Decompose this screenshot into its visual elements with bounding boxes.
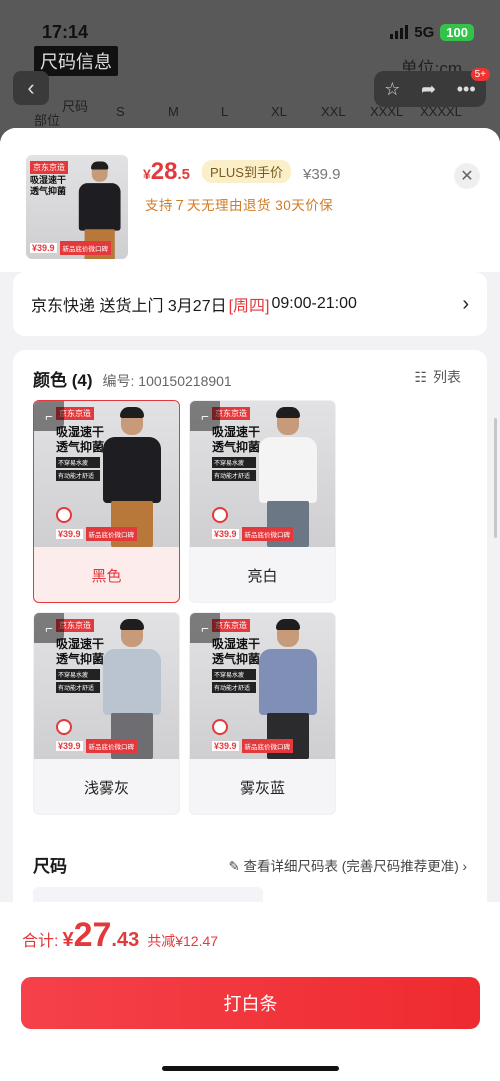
color-option-image: 京东京造 吸湿速干 透气抑菌 不穿易水疲 有动能才舒适 ¥39.9 新品底价微口碑 ⌐ [190,401,335,547]
list-icon: ☷ [414,368,427,385]
delivery-prefix: 京东快递 送货上门 3月27日 [31,298,227,315]
product-thumbnail[interactable]: 京东京造 吸湿速干 透气抑菌 ¥39.9 新品底价微口碑 [26,155,128,259]
size-col: S [116,104,125,119]
bottom-bar: 合计: ¥ 27 .43 共减¥12.47 打白条 [0,902,500,1081]
color-option-card[interactable]: 京东京造 吸湿速干 透气抑菌 不穿易水疲 有动能才舒适 ¥39.9 新品底价微口碑 ⌐ 浅雾灰 [33,612,180,815]
close-icon: ✕ [460,168,474,185]
size-label: 尺码 [62,99,89,114]
status-time: 17:14 [42,21,89,42]
chevron-right-icon: › [462,292,469,315]
product-code: 编号: 100150218901 [102,373,232,389]
product-header: 京东京造 吸湿速干 透气抑菌 ¥39.9 新品底价微口碑 ¥28.5 PLUS到手… [0,128,500,272]
total-yen: ¥ [62,929,74,951]
color-option-card[interactable]: 京东京造 吸湿速干 透气抑菌 不穿易水疲 有动能才舒适 ¥39.9 新品底价微口碑 ⌐ 亮白 [189,400,336,603]
color-option-label: 浅雾灰 [83,779,129,797]
color-option-image: 京东京造 吸湿速干 透气抑菌 不穿易水疲 有动能才舒适 ¥39.9 新品底价微口碑 ⌐ [34,613,179,759]
total-saving: 共减¥12.47 [147,933,219,949]
image-slogan: 吸湿速干 透气抑菌 [212,637,261,666]
message-badge: 5+ [470,68,490,81]
color-option-image: 京东京造 吸湿速干 透气抑菌 不穿易水疲 有动能才舒适 ¥39.9 新品底价微口碑 ⌐ [190,613,335,759]
image-slogan: 吸湿速干 透气抑菌 [56,425,105,454]
total-dec: .43 [111,929,140,951]
color-option-label: 黑色 [91,567,122,585]
price-line: ¥28.5 PLUS到手价 ¥39.9 [143,158,341,186]
size-col: L [221,104,229,119]
return-policy: 支持７天无理由退货 30天价保 [145,198,334,213]
size-col: XL [271,104,287,119]
color-option-card[interactable]: 京东京造 吸湿速干 透气抑菌 不穿易水疲 有动能才舒适 ¥39.9 新品底价微口碑 ⌐ 雾灰蓝 [189,612,336,815]
list-view-toggle[interactable]: ☷ 列表 [414,367,461,387]
total-price: 合计: ¥ 27 .43 共减¥12.47 [22,916,218,955]
color-option-label: 雾灰蓝 [239,779,285,797]
status-bar: 17:14 5G 100 [42,20,474,44]
pay-button[interactable]: 打白条 [21,977,480,1029]
product-image: 京东京造 吸湿速干 透气抑菌 ¥39.9 新品底价微口碑 [26,155,128,259]
list-label: 列表 [433,369,461,385]
network-label: 5G [414,23,435,41]
battery-icon: 100 [440,23,474,41]
home-indicator [162,1066,339,1071]
expand-icon[interactable]: ⌐ [34,613,64,643]
size-section-title: 尺码 [33,857,67,876]
size-col: XXL [321,104,346,119]
ruler-icon: ✎ [228,858,244,874]
promo-tag: 新品底价微口碑 [59,241,112,255]
original-price: ¥39.9 [302,166,341,183]
part-label: 部位 [34,113,61,128]
image-slogan: 吸湿速干 透气抑菌 [56,637,105,666]
brand-tag: 京东京造 [30,161,68,174]
total-int: 27 [73,916,112,954]
image-slogan: 吸湿速干 透气抑菌 [30,175,67,196]
close-button[interactable]: ✕ [454,163,480,189]
color-option-card[interactable]: 京东京造 吸湿速干 透气抑菌 不穿易水疲 有动能才舒适 ¥39.9 新品底价微口碑 ⌐ 黑色 [33,400,180,603]
image-slogan: 吸湿速干 透气抑菌 [212,425,261,454]
scrollbar[interactable] [494,418,497,538]
size-section-header: 尺码 ✎ 查看详细尺码表 (完善尺码推荐更准) › [33,852,467,877]
expand-icon[interactable]: ⌐ [190,401,220,431]
color-option-image: 京东京造 吸湿速干 透气抑菌 不穿易水疲 有动能才舒适 ¥39.9 新品底价微口碑 ⌐ [34,401,179,547]
promo-price: ¥39.9 [30,243,57,253]
signal-icon [390,25,409,39]
delivery-time: 09:00-21:00 [271,295,357,312]
delivery-weekday: [周四] [228,298,270,315]
total-label: 合计: [22,933,59,950]
expand-icon[interactable]: ⌐ [190,613,220,643]
color-section-title: 颜色 (4) [33,371,93,390]
size-col: M [168,104,179,119]
plus-price-tag: PLUS到手价 [202,160,291,183]
delivery-row[interactable]: 京东快递 送货上门 3月27日 [周四] 09:00-21:00 › [13,272,487,336]
size-col: XXXXL [420,104,462,119]
expand-icon[interactable]: ⌐ [34,401,64,431]
background-title: 尺码信息 [34,46,118,76]
plus-price: ¥28.5 [143,158,191,185]
color-option-label: 亮白 [247,567,278,585]
size-col: XXXL [370,104,404,119]
size-chart-link[interactable]: ✎ 查看详细尺码表 (完善尺码推荐更准) › [228,855,467,875]
